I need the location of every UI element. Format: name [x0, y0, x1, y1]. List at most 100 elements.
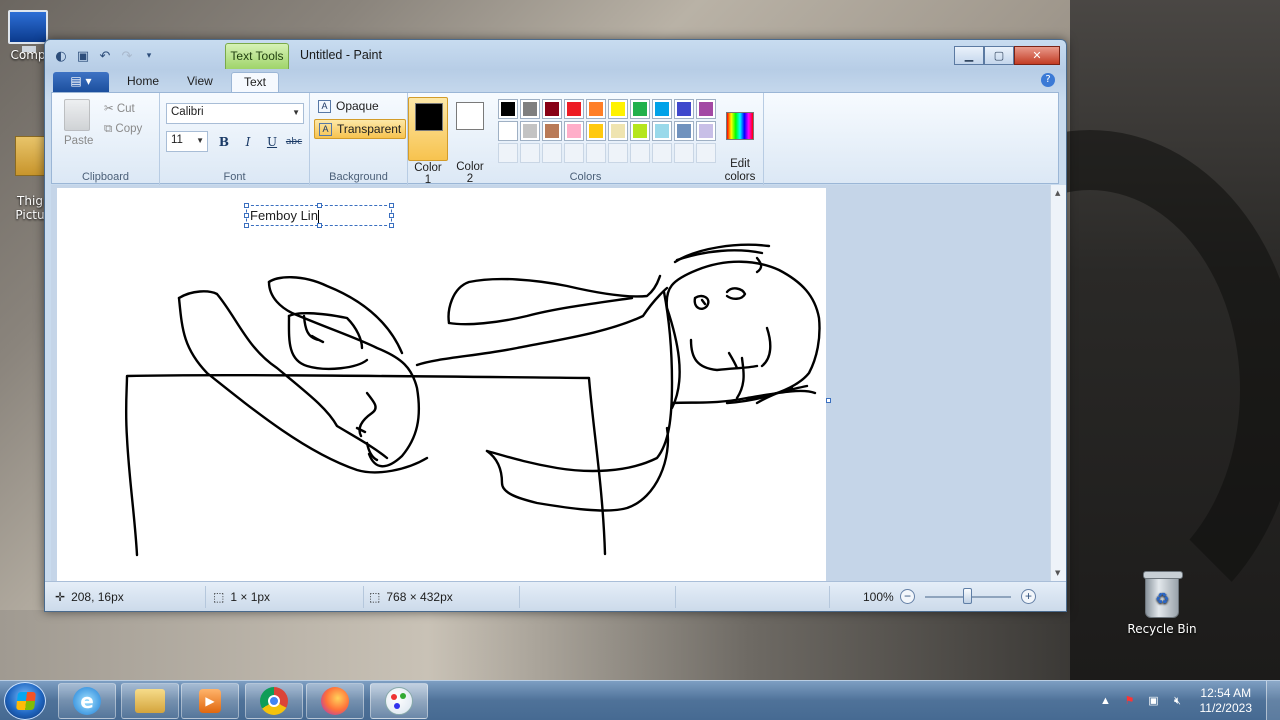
- close-button[interactable]: ✕: [1014, 46, 1060, 65]
- palette-color-swatch[interactable]: [608, 121, 628, 141]
- maximize-button[interactable]: ▢: [984, 46, 1014, 65]
- palette-empty-swatch[interactable]: [542, 143, 562, 163]
- tab-home[interactable]: Home: [115, 72, 171, 92]
- palette-color-swatch[interactable]: [520, 99, 540, 119]
- resize-handle[interactable]: [389, 213, 394, 218]
- opaque-button[interactable]: A Opaque: [314, 97, 383, 117]
- resize-handle[interactable]: [317, 223, 322, 228]
- palette-color-swatch[interactable]: [652, 121, 672, 141]
- desktop-icon-recycle-bin[interactable]: ♻ Recycle Bin: [1126, 571, 1198, 636]
- taskbar-ie[interactable]: e: [58, 683, 116, 719]
- tab-text[interactable]: Text: [231, 72, 280, 92]
- recycle-bin-icon: ♻: [1143, 571, 1183, 618]
- tab-view[interactable]: View: [175, 72, 225, 92]
- palette-color-swatch[interactable]: [674, 121, 694, 141]
- zoom-in-button[interactable]: +: [1021, 589, 1036, 604]
- zoom-level: 100%: [863, 590, 894, 604]
- help-icon[interactable]: ?: [1041, 73, 1055, 87]
- drawing-canvas[interactable]: Femboy Lin: [57, 188, 826, 581]
- swatch-fill: [633, 124, 647, 138]
- zoom-out-button[interactable]: −: [900, 589, 915, 604]
- color-2-button[interactable]: Color 2: [450, 97, 490, 185]
- paint-menu-button[interactable]: ▤ ▾: [53, 72, 109, 92]
- underline-button[interactable]: U: [262, 133, 282, 151]
- undo-icon[interactable]: ↶: [97, 48, 113, 64]
- palette-color-swatch[interactable]: [564, 99, 584, 119]
- scroll-down-icon[interactable]: ▼: [1055, 569, 1060, 577]
- palette-color-swatch[interactable]: [520, 121, 540, 141]
- save-icon[interactable]: ▣: [75, 48, 91, 64]
- paste-icon[interactable]: [64, 99, 90, 131]
- palette-empty-swatch[interactable]: [674, 143, 694, 163]
- paste-button[interactable]: Paste: [64, 135, 93, 147]
- clock[interactable]: 12:54 AM 11/2/2023: [1200, 686, 1253, 716]
- palette-empty-swatch[interactable]: [564, 143, 584, 163]
- font-size-select[interactable]: 11 ▼: [166, 131, 208, 152]
- transparent-button[interactable]: A Transparent: [314, 119, 407, 139]
- italic-button[interactable]: I: [238, 133, 258, 151]
- palette-color-swatch[interactable]: [498, 99, 518, 119]
- palette-color-swatch[interactable]: [542, 121, 562, 141]
- colors-group: Color 1 Color 2 Edit colors Colors: [408, 93, 764, 186]
- show-hidden-icons-icon[interactable]: ▲: [1098, 693, 1114, 709]
- copy-button[interactable]: ⧉ Copy: [104, 123, 142, 136]
- palette-empty-swatch[interactable]: [520, 143, 540, 163]
- resize-handle[interactable]: [317, 203, 322, 208]
- resize-handle[interactable]: [389, 223, 394, 228]
- resize-handle[interactable]: [244, 213, 249, 218]
- window-controls: ▁ ▢ ✕: [954, 46, 1060, 65]
- font-family-select[interactable]: Calibri ▼: [166, 103, 304, 124]
- taskbar-media[interactable]: ▶: [181, 683, 239, 719]
- transparent-label: Transparent: [337, 122, 402, 136]
- minimize-button[interactable]: ▁: [954, 46, 984, 65]
- action-center-icon[interactable]: ⚑: [1122, 693, 1138, 709]
- vertical-scrollbar[interactable]: ▲ ▼: [1050, 185, 1066, 581]
- palette-empty-swatch[interactable]: [630, 143, 650, 163]
- resize-handle[interactable]: [244, 203, 249, 208]
- divider: [675, 586, 676, 608]
- taskbar-paint[interactable]: [370, 683, 428, 719]
- window-title: Untitled - Paint: [300, 48, 382, 62]
- palette-empty-swatch[interactable]: [608, 143, 628, 163]
- palette-color-swatch[interactable]: [652, 99, 672, 119]
- taskbar-explorer[interactable]: [121, 683, 179, 719]
- copy-label: Copy: [115, 123, 143, 135]
- palette-empty-swatch[interactable]: [498, 143, 518, 163]
- scroll-up-icon[interactable]: ▲: [1055, 189, 1060, 197]
- redo-icon[interactable]: ↷: [119, 48, 135, 64]
- palette-color-swatch[interactable]: [586, 121, 606, 141]
- zoom-slider-thumb[interactable]: [963, 588, 972, 604]
- selection-size-value: 1 × 1px: [230, 590, 271, 604]
- customize-qat-icon[interactable]: ▾: [141, 48, 157, 64]
- color-1-button[interactable]: Color 1: [408, 97, 448, 186]
- bold-button[interactable]: B: [214, 133, 234, 151]
- taskbar-chrome[interactable]: [245, 683, 303, 719]
- palette-color-swatch[interactable]: [542, 99, 562, 119]
- show-desktop-button[interactable]: [1266, 681, 1280, 720]
- palette-color-swatch[interactable]: [498, 121, 518, 141]
- swatch-fill: [589, 102, 603, 116]
- palette-empty-swatch[interactable]: [696, 143, 716, 163]
- paint-app-icon[interactable]: ◐: [53, 48, 69, 64]
- volume-muted-icon[interactable]: 🔇︎: [1170, 693, 1186, 709]
- taskbar-firefox[interactable]: [306, 683, 364, 719]
- strikethrough-button[interactable]: abc: [284, 133, 304, 151]
- palette-empty-swatch[interactable]: [586, 143, 606, 163]
- palette-empty-swatch[interactable]: [652, 143, 672, 163]
- resize-handle[interactable]: [244, 223, 249, 228]
- palette-color-swatch[interactable]: [696, 99, 716, 119]
- start-button[interactable]: [4, 682, 46, 720]
- palette-color-swatch[interactable]: [630, 99, 650, 119]
- palette-color-swatch[interactable]: [586, 99, 606, 119]
- network-icon[interactable]: ▣: [1146, 693, 1162, 709]
- canvas-resize-handle[interactable]: [826, 398, 831, 403]
- resize-handle[interactable]: [389, 203, 394, 208]
- palette-color-swatch[interactable]: [630, 121, 650, 141]
- cursor-position: ✛ 208, 16px: [55, 590, 124, 604]
- cut-button[interactable]: ✂ Cut: [104, 101, 135, 115]
- text-box[interactable]: Femboy Lin: [244, 203, 394, 228]
- palette-color-swatch[interactable]: [696, 121, 716, 141]
- palette-color-swatch[interactable]: [674, 99, 694, 119]
- palette-color-swatch[interactable]: [564, 121, 584, 141]
- palette-color-swatch[interactable]: [608, 99, 628, 119]
